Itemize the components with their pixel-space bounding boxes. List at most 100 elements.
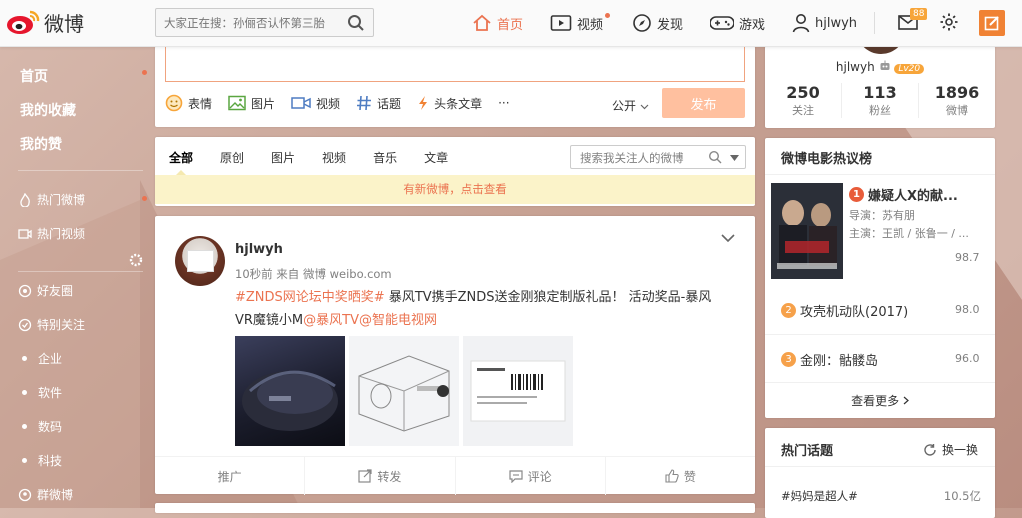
vr-headset-dark-image bbox=[242, 370, 338, 431]
movie-item-1[interactable]: 1 嫌疑人X的献... bbox=[849, 185, 958, 204]
sidebar-group-enterprise[interactable]: 企业 bbox=[22, 350, 62, 367]
tab-all[interactable]: 全部 bbox=[169, 149, 193, 166]
publisher-toolbar: 表情 图片 视频 话题 头条文章 ··· bbox=[165, 94, 526, 112]
feed-search-placeholder: 搜索我关注人的微博 bbox=[580, 151, 684, 165]
nav-video[interactable]: 视频 bbox=[550, 0, 610, 46]
compose-button[interactable] bbox=[979, 10, 1005, 36]
compass-icon bbox=[633, 14, 651, 32]
tab-images[interactable]: 图片 bbox=[271, 149, 295, 166]
post-author[interactable]: hjlwyh bbox=[235, 242, 283, 257]
sidebar-group-digital[interactable]: 数码 bbox=[22, 418, 62, 435]
like-button[interactable]: 赞 bbox=[606, 457, 755, 495]
more-movies-link[interactable]: 查看更多 bbox=[765, 392, 995, 409]
hashtag-icon bbox=[357, 95, 372, 111]
nav-discover[interactable]: 发现 bbox=[632, 0, 683, 46]
topic-tool[interactable]: 话题 bbox=[356, 95, 401, 112]
rank-badge: 2 bbox=[781, 303, 796, 318]
image-tool[interactable]: 图片 bbox=[228, 95, 275, 112]
movie-name: 金刚：骷髅岛 bbox=[800, 354, 879, 369]
movie-ranking-title: 微博电影热议榜 bbox=[781, 152, 873, 167]
post-hashtag[interactable]: #ZNDS网论坛中奖晒奖# bbox=[235, 290, 385, 305]
sidebar-item-favorites[interactable]: 我的收藏 bbox=[20, 100, 76, 120]
weibo-logo[interactable]: 微博 bbox=[6, 7, 84, 37]
refresh-icon bbox=[924, 443, 936, 456]
tab-articles[interactable]: 文章 bbox=[424, 149, 448, 166]
search-icon[interactable] bbox=[347, 14, 365, 32]
privacy-select[interactable]: 公开 bbox=[612, 97, 649, 114]
refresh-label: 换一换 bbox=[942, 443, 979, 457]
movie-item-2[interactable]: 2 攻壳机动队(2017) bbox=[781, 301, 908, 320]
hot-new-dot bbox=[142, 196, 147, 201]
stat-following[interactable]: 250 关注 bbox=[765, 83, 842, 118]
sidebar-item-label: 热门视频 bbox=[37, 227, 86, 241]
edit-icon bbox=[984, 16, 999, 31]
topic-item[interactable]: #妈妈是超人# 10.5亿 bbox=[781, 488, 981, 504]
stat-label: 关注 bbox=[792, 104, 814, 117]
chevron-down-icon[interactable] bbox=[721, 234, 735, 243]
post-textarea[interactable] bbox=[165, 46, 745, 82]
sidebar-group-software[interactable]: 软件 bbox=[22, 384, 62, 401]
sidebar-item-hot-video[interactable]: 热门视频 bbox=[18, 225, 85, 242]
profile-card: hjlwyh Lv20 250 关注 113 粉丝 1896 微博 bbox=[765, 16, 995, 128]
sidebar-item-friends[interactable]: 好友圈 bbox=[18, 282, 73, 299]
messages-button[interactable]: 88 bbox=[898, 8, 928, 34]
post-image[interactable] bbox=[235, 336, 345, 446]
sidebar-item-special[interactable]: 特别关注 bbox=[18, 316, 85, 333]
emoji-tool[interactable]: 表情 bbox=[165, 94, 212, 112]
brand-name: 微博 bbox=[44, 11, 84, 36]
home-icon bbox=[473, 14, 491, 31]
new-posts-notice[interactable]: 有新微博，点击查看 bbox=[155, 175, 755, 204]
refresh-button[interactable]: 换一换 bbox=[923, 441, 978, 458]
nav-home[interactable]: 首页 bbox=[472, 0, 523, 46]
action-label: 转发 bbox=[377, 469, 402, 484]
repost-button[interactable]: 转发 bbox=[305, 457, 456, 495]
sidebar-group-tech[interactable]: 科技 bbox=[22, 452, 62, 469]
promote-button[interactable]: 推广 bbox=[155, 457, 306, 495]
search-icon[interactable] bbox=[708, 150, 722, 164]
sidebar-item-label: 好友圈 bbox=[37, 284, 74, 298]
stat-number: 250 bbox=[786, 83, 820, 102]
movie-director: 导演：苏有朋 bbox=[849, 209, 915, 222]
tab-original[interactable]: 原创 bbox=[220, 149, 244, 166]
movie-item-3[interactable]: 3 金刚：骷髅岛 bbox=[781, 350, 878, 369]
video-camera-icon bbox=[291, 97, 311, 109]
tool-label: 视频 bbox=[316, 96, 341, 111]
sidebar-item-hot-weibo[interactable]: 热门微博 bbox=[18, 191, 85, 208]
sidebar-item-home[interactable]: 首页 bbox=[20, 66, 48, 86]
more-tools[interactable]: ··· bbox=[498, 96, 509, 110]
hot-topics-card: 热门话题 换一换 #妈妈是超人# 10.5亿 bbox=[765, 428, 995, 518]
comment-icon bbox=[509, 469, 523, 483]
video-icon bbox=[550, 15, 572, 31]
tab-video[interactable]: 视频 bbox=[322, 149, 346, 166]
weibo-logo-icon bbox=[7, 10, 40, 34]
settings-button[interactable] bbox=[939, 12, 959, 35]
sidebar-item-group-weibo[interactable]: 群微博 bbox=[18, 486, 73, 503]
dropdown-triangle-icon[interactable] bbox=[730, 155, 739, 161]
nav-user[interactable]: hjlwyh bbox=[792, 0, 857, 46]
nav-divider bbox=[874, 12, 875, 34]
top-search-box[interactable] bbox=[155, 8, 374, 37]
stat-followers[interactable]: 113 粉丝 bbox=[842, 83, 919, 118]
nav-game[interactable]: 游戏 bbox=[710, 0, 765, 46]
feed-search-box[interactable]: 搜索我关注人的微博 bbox=[570, 145, 746, 169]
tab-music[interactable]: 音乐 bbox=[373, 149, 397, 166]
profile-name[interactable]: hjlwyh bbox=[836, 60, 875, 74]
mention-link[interactable]: @智能电视网 bbox=[359, 313, 437, 328]
movie-poster[interactable] bbox=[771, 183, 843, 279]
avatar[interactable] bbox=[175, 236, 225, 286]
message-count-badge: 88 bbox=[910, 8, 928, 20]
group-settings-gear-icon[interactable] bbox=[129, 253, 143, 267]
movie-name: 嫌疑人X的献... bbox=[868, 189, 958, 204]
comment-button[interactable]: 评论 bbox=[456, 457, 606, 495]
post-image[interactable] bbox=[463, 336, 573, 446]
search-input[interactable] bbox=[156, 9, 347, 36]
sidebar-item-likes[interactable]: 我的赞 bbox=[20, 134, 62, 154]
video-tool[interactable]: 视频 bbox=[291, 95, 340, 112]
stat-posts[interactable]: 1896 微博 bbox=[919, 83, 995, 118]
post-image[interactable] bbox=[349, 336, 459, 446]
article-tool[interactable]: 头条文章 bbox=[417, 95, 482, 112]
movie-poster-art bbox=[771, 183, 843, 279]
robot-icon bbox=[880, 60, 889, 70]
mention-link[interactable]: @暴风TV bbox=[303, 313, 359, 328]
publish-button[interactable]: 发布 bbox=[662, 88, 745, 118]
